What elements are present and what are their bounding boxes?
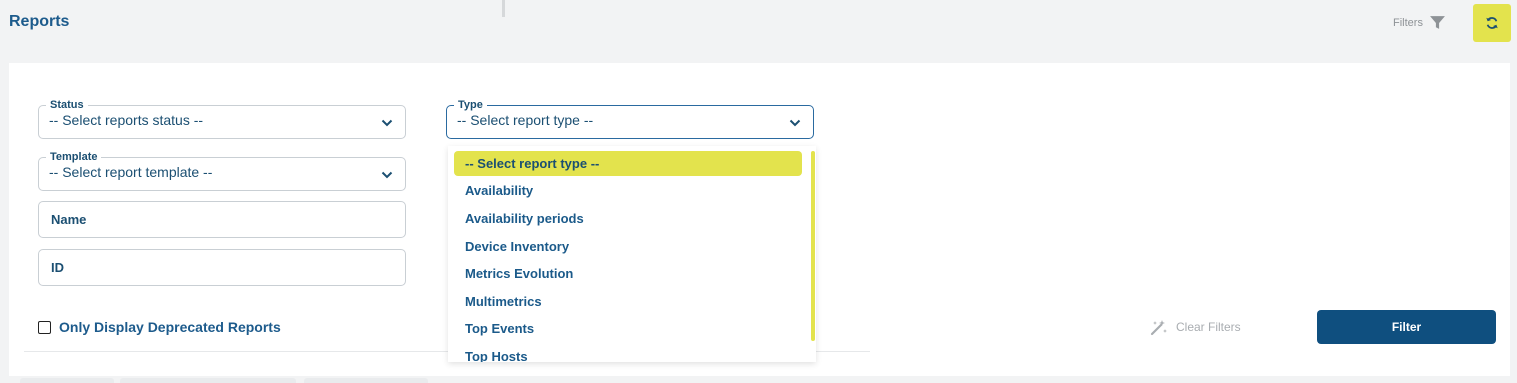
deprecated-checkbox-row[interactable]: Only Display Deprecated Reports	[38, 319, 281, 335]
bottom-tab[interactable]	[120, 378, 296, 383]
template-select[interactable]: Template -- Select report template --	[38, 150, 406, 191]
clear-filters-button[interactable]: Clear Filters	[1150, 318, 1241, 336]
page-title: Reports	[9, 13, 70, 30]
chevron-down-icon	[789, 119, 801, 127]
type-value: -- Select report type --	[457, 112, 594, 128]
filter-button[interactable]: Filter	[1317, 310, 1496, 344]
dropdown-option[interactable]: Metrics Evolution	[454, 261, 802, 286]
type-dropdown-list: -- Select report type -- Availability Av…	[448, 146, 816, 362]
refresh-button[interactable]	[1473, 4, 1511, 42]
status-label: Status	[46, 98, 88, 112]
magic-wand-icon	[1150, 320, 1167, 336]
filters-label: Filters	[1393, 16, 1423, 29]
funnel-icon	[1430, 16, 1445, 29]
id-input[interactable]	[39, 250, 405, 285]
dropdown-option[interactable]: Top Events	[454, 316, 802, 341]
refresh-icon	[1486, 17, 1498, 29]
bottom-tab-strip	[20, 378, 430, 383]
type-label: Type	[454, 98, 487, 112]
template-label: Template	[46, 150, 102, 164]
status-select[interactable]: Status -- Select reports status --	[38, 98, 406, 139]
name-input[interactable]	[39, 202, 405, 237]
dropdown-option[interactable]: Top Hosts	[454, 344, 802, 362]
chevron-down-icon	[381, 119, 393, 127]
dropdown-option[interactable]: -- Select report type --	[454, 151, 802, 176]
chevron-down-icon	[381, 171, 393, 179]
dropdown-option[interactable]: Availability	[454, 178, 802, 203]
bottom-tab[interactable]	[20, 378, 114, 383]
dropdown-option[interactable]: Device Inventory	[454, 234, 802, 259]
dropdown-scrollbar[interactable]	[811, 151, 815, 341]
deprecated-label: Only Display Deprecated Reports	[59, 319, 281, 335]
id-field[interactable]	[38, 249, 406, 286]
status-value: -- Select reports status --	[49, 112, 204, 128]
bottom-tab[interactable]	[304, 378, 428, 383]
type-select[interactable]: Type -- Select report type --	[446, 98, 814, 139]
template-value: -- Select report template --	[49, 164, 213, 180]
name-field[interactable]	[38, 201, 406, 238]
dropdown-option[interactable]: Availability periods	[454, 206, 802, 231]
deprecated-checkbox[interactable]	[38, 320, 51, 334]
clear-filters-label: Clear Filters	[1176, 320, 1241, 334]
filters-toggle[interactable]: Filters	[1393, 14, 1446, 31]
dropdown-option[interactable]: Multimetrics	[454, 289, 802, 314]
top-divider	[502, 0, 505, 17]
